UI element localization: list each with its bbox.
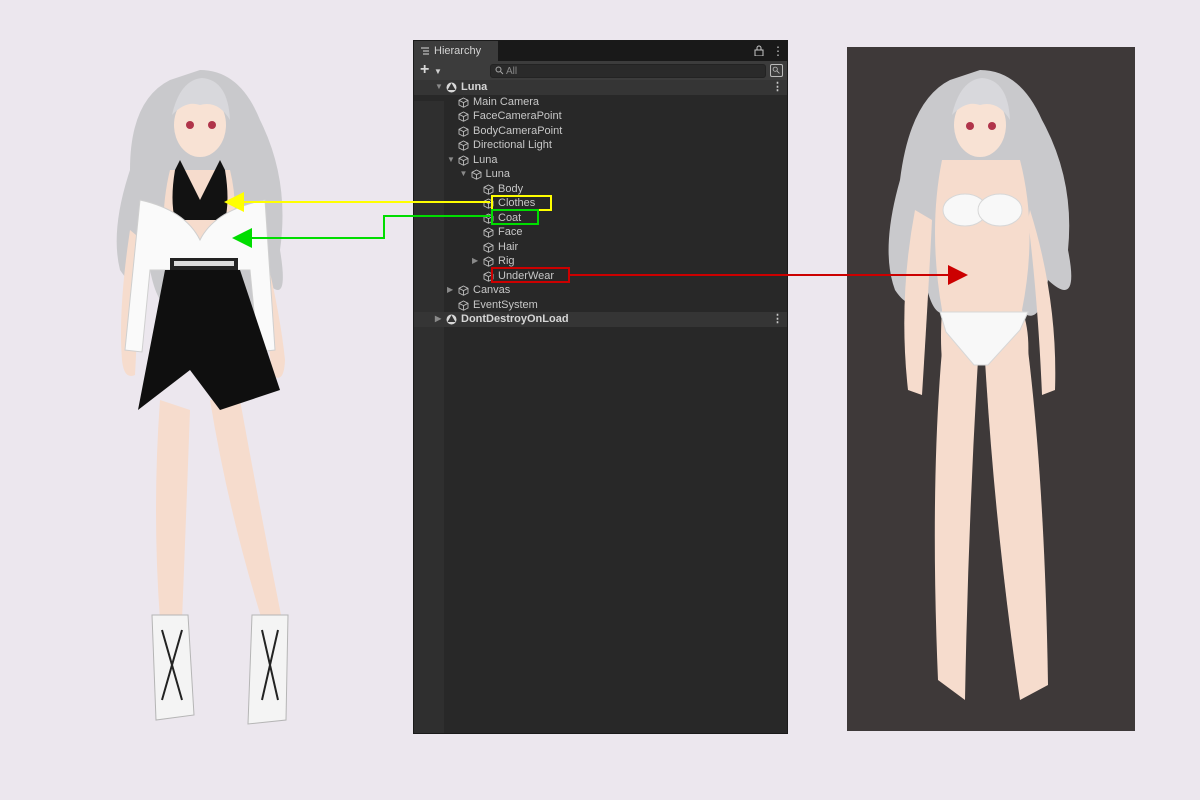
coat-arrow	[232, 215, 490, 248]
annotation-arrows	[224, 192, 968, 285]
